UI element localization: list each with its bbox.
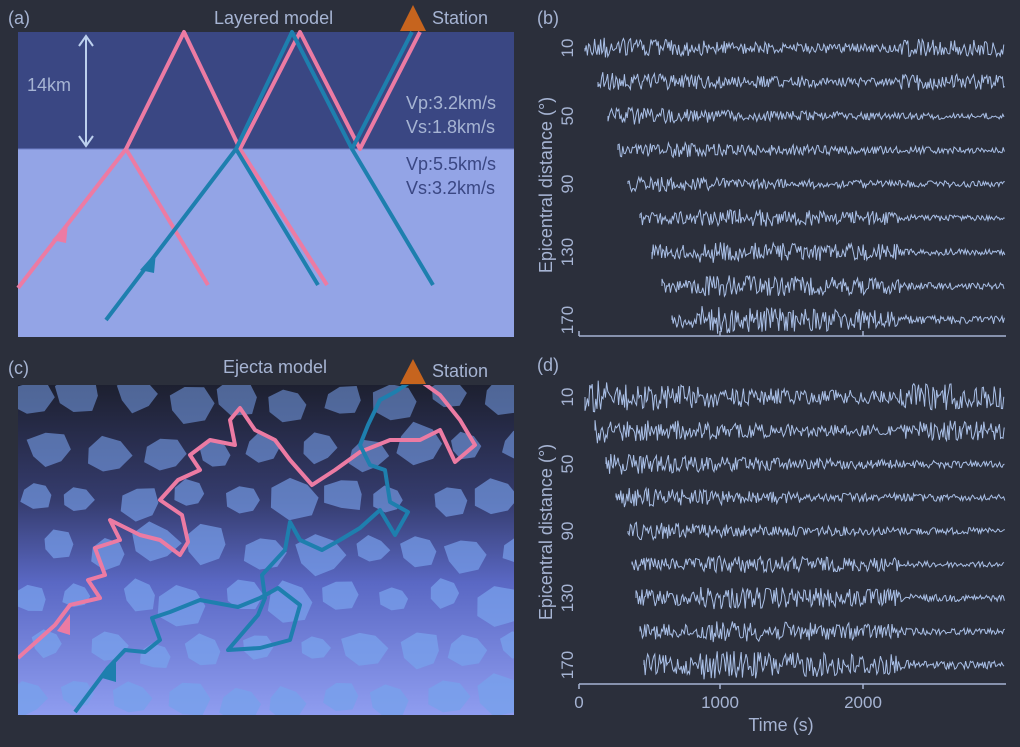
panel-label-c: (c) bbox=[8, 358, 29, 378]
x-tick-label: 2000 bbox=[844, 693, 882, 712]
y-tick-label: 50 bbox=[558, 455, 577, 474]
station-icon bbox=[400, 359, 426, 384]
seismogram-trace bbox=[605, 453, 1005, 475]
ejecta-model-diagram bbox=[18, 385, 514, 715]
thickness-label: 14km bbox=[27, 75, 72, 95]
y-tick-label: 170 bbox=[558, 306, 577, 334]
y-tick-label: 10 bbox=[558, 39, 577, 58]
y-tick-labels-b: 10 50 90 130 170 bbox=[558, 39, 577, 335]
seismogram-trace bbox=[594, 420, 1005, 444]
y-tick-label: 130 bbox=[558, 238, 577, 266]
seismogram-trace bbox=[627, 521, 1005, 541]
y-axis-label-d: Epicentral distance (°) bbox=[536, 444, 556, 620]
seismogram-trace bbox=[639, 621, 1005, 643]
lower-layer-vp: Vp:5.5km/s bbox=[406, 154, 497, 174]
station-label-c: Station bbox=[432, 361, 489, 381]
station-icon bbox=[400, 5, 426, 31]
y-tick-label: 170 bbox=[558, 651, 577, 679]
seismogram-panel-b bbox=[578, 32, 1006, 337]
x-tick-label: 0 bbox=[574, 693, 583, 712]
y-tick-label: 50 bbox=[558, 107, 577, 126]
y-axis-label-b: Epicentral distance (°) bbox=[536, 97, 556, 273]
y-tick-labels-d: 10 50 90 130 170 bbox=[558, 388, 577, 680]
y-tick-label: 90 bbox=[558, 522, 577, 541]
lower-layer-vs: Vs:3.2km/s bbox=[406, 178, 496, 198]
x-tick-label: 1000 bbox=[701, 693, 739, 712]
seismogram-panel-d bbox=[578, 380, 1006, 689]
seismogram-trace bbox=[615, 486, 1006, 508]
x-axis-label: Time (s) bbox=[748, 715, 813, 735]
seismogram-traces bbox=[584, 380, 1006, 680]
panel-label-d: (d) bbox=[537, 355, 559, 375]
y-tick-label: 10 bbox=[558, 388, 577, 407]
panel-label-b: (b) bbox=[537, 8, 559, 28]
panel-title-a: Layered model bbox=[214, 8, 334, 28]
upper-layer-vs: Vs:1.8km/s bbox=[406, 117, 496, 137]
seismogram-trace bbox=[643, 651, 1005, 680]
seismogram-trace bbox=[635, 586, 1005, 610]
station-label-a: Station bbox=[432, 8, 489, 28]
figure-canvas: 10 50 90 130 170 10 50 90 130 170 Epicentral dis… bbox=[16, 5, 1006, 735]
y-tick-label: 130 bbox=[558, 584, 577, 612]
upper-layer-vp: Vp:3.2km/s bbox=[406, 93, 497, 113]
seismogram-trace bbox=[631, 555, 1005, 574]
panel-title-c: Ejecta model bbox=[223, 357, 328, 377]
panel-label-a: (a) bbox=[8, 8, 30, 28]
seismogram-trace bbox=[584, 380, 1005, 413]
y-tick-label: 90 bbox=[558, 175, 577, 194]
